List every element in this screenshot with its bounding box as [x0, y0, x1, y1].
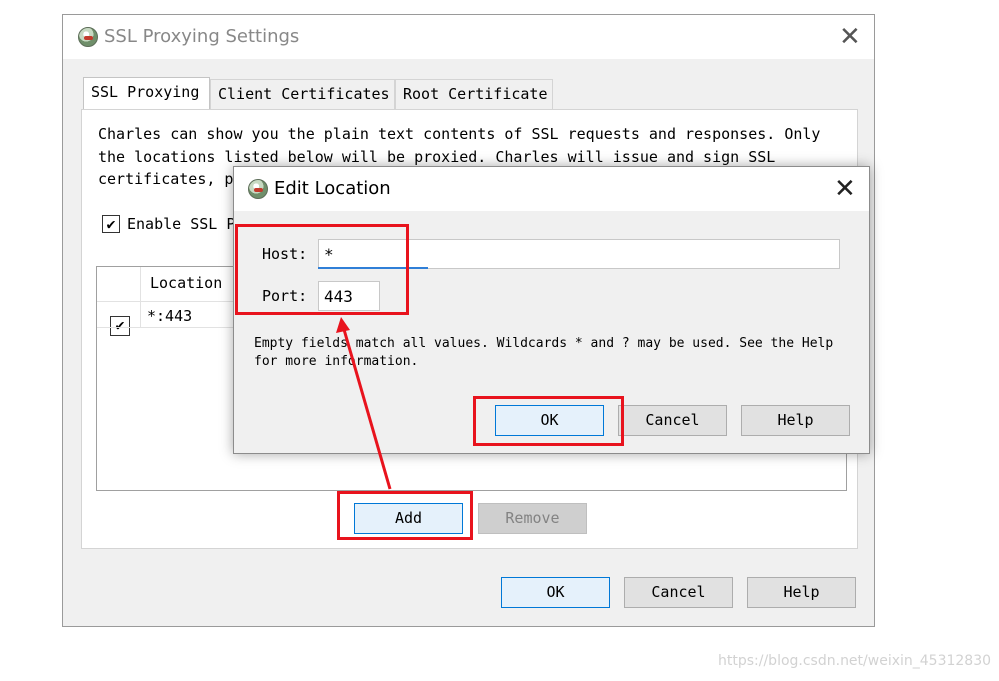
annotation-arrow — [336, 317, 392, 490]
arrow-head — [336, 317, 350, 333]
arrow-shaft — [341, 325, 392, 490]
watermark-text: https://blog.csdn.net/weixin_45312830 — [718, 653, 992, 669]
